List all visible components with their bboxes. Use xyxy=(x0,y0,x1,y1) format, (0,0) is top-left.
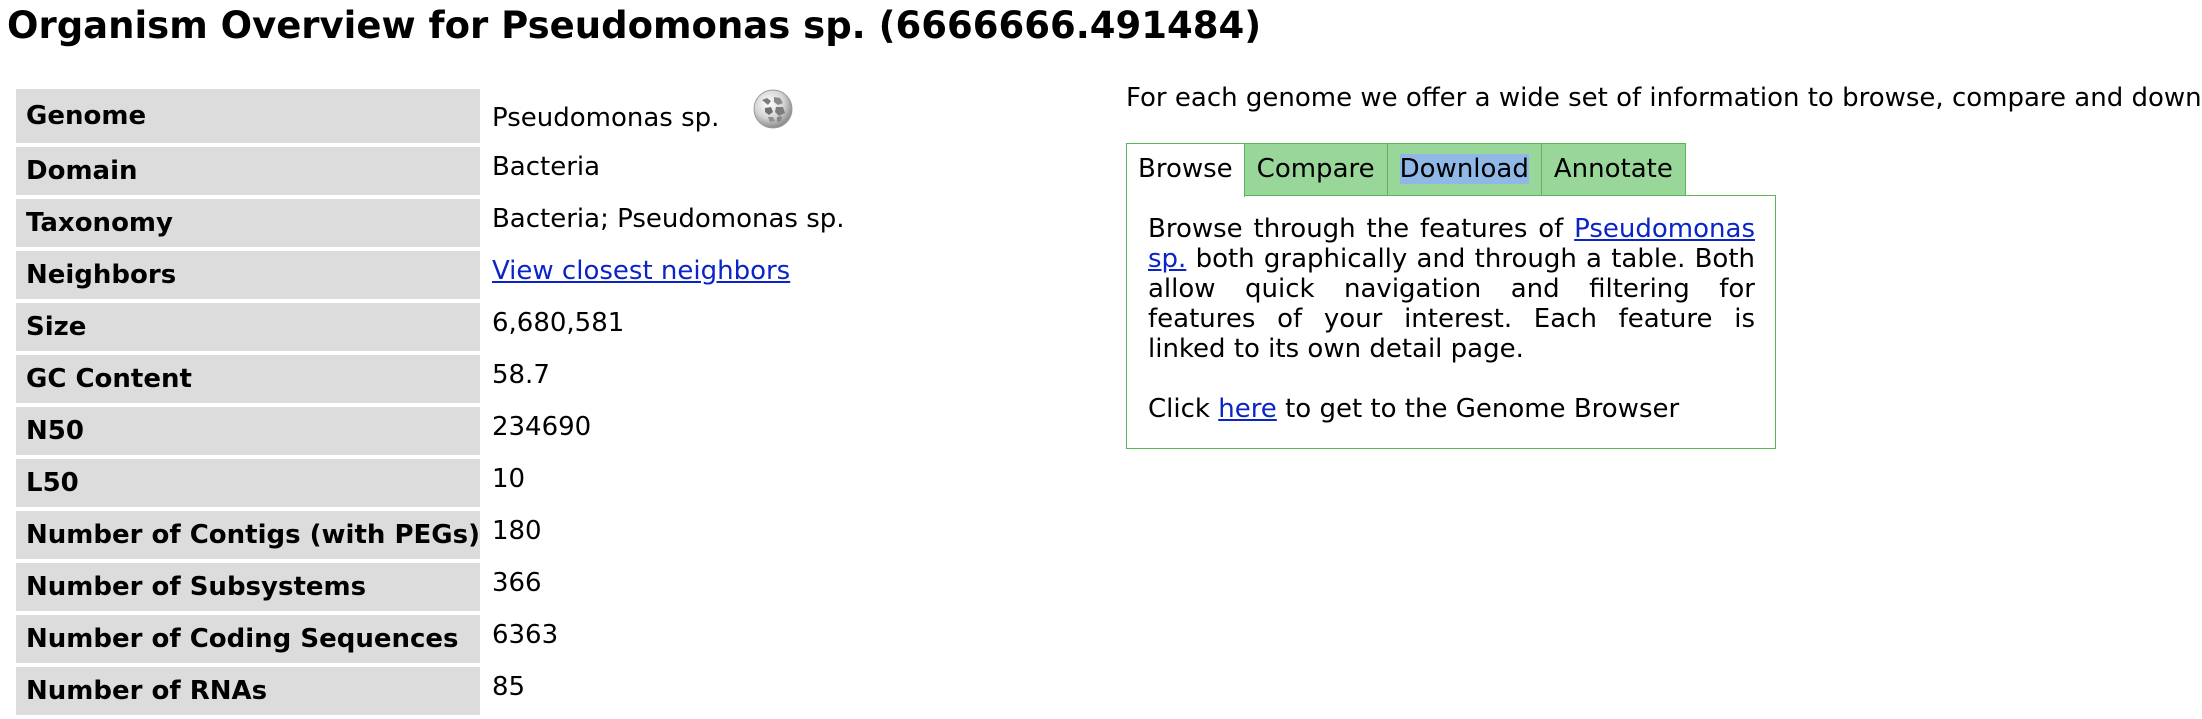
click-suffix: to get to the Genome Browser xyxy=(1276,394,1680,424)
neighbors-value-cell: View closest neighbors xyxy=(484,251,845,299)
domain-label: Domain xyxy=(16,147,480,195)
rnas-value: 85 xyxy=(491,672,526,702)
browse-description: Browse through the features of Pseudomon… xyxy=(1148,214,1755,364)
page-title: Organism Overview for Pseudomonas sp. (6… xyxy=(7,4,1262,47)
genome-label: Genome xyxy=(16,89,480,143)
table-row: Size 6,680,581 xyxy=(16,303,845,351)
table-row: Taxonomy Bacteria; Pseudomonas sp. xyxy=(16,199,845,247)
browse-tab-panel: Browse through the features of Pseudomon… xyxy=(1126,195,1776,449)
neighbors-label: Neighbors xyxy=(16,251,480,299)
subsystems-value: 366 xyxy=(491,568,542,598)
tab-compare[interactable]: Compare xyxy=(1243,143,1388,195)
l50-value: 10 xyxy=(491,464,526,494)
contigs-label: Number of Contigs (with PEGs) xyxy=(16,511,480,559)
wikipedia-globe-icon[interactable] xyxy=(752,88,794,137)
table-row: N50 234690 xyxy=(16,407,845,455)
table-row: GC Content 58.7 xyxy=(16,355,845,403)
tab-compare-label: Compare xyxy=(1256,154,1375,184)
table-row: Domain Bacteria xyxy=(16,147,845,195)
table-row: Neighbors View closest neighbors xyxy=(16,251,845,299)
gc-content-label: GC Content xyxy=(16,355,480,403)
tab-browse-label: Browse xyxy=(1138,154,1233,184)
taxonomy-value: Bacteria; Pseudomonas sp. xyxy=(491,204,845,234)
genome-browser-line: Click here to get to the Genome Browser xyxy=(1148,394,1755,424)
table-row: L50 10 xyxy=(16,459,845,507)
browse-text-before-link: Browse through the features of xyxy=(1148,214,1575,244)
size-label: Size xyxy=(16,303,480,351)
coding-sequences-label: Number of Coding Sequences xyxy=(16,615,480,663)
tab-annotate[interactable]: Annotate xyxy=(1540,143,1686,195)
genome-value-cell: Pseudomonas sp. xyxy=(484,89,845,143)
table-row: Number of RNAs 85 xyxy=(16,667,845,715)
taxonomy-label: Taxonomy xyxy=(16,199,480,247)
genome-info-intro: For each genome we offer a wide set of i… xyxy=(1126,83,2202,113)
table-row: Number of Subsystems 366 xyxy=(16,563,845,611)
rnas-label: Number of RNAs xyxy=(16,667,480,715)
tab-browse[interactable]: Browse xyxy=(1126,143,1245,197)
genome-browser-here-link[interactable]: here xyxy=(1218,394,1277,424)
organism-overview-table: Genome Pseudomonas sp. Domain Bacteria T… xyxy=(12,85,849,719)
n50-value: 234690 xyxy=(491,412,592,442)
tab-annotate-label: Annotate xyxy=(1553,154,1673,184)
click-prefix: Click xyxy=(1148,394,1219,424)
tab-download[interactable]: Download xyxy=(1386,143,1542,195)
genome-tabs: Browse Compare Download Annotate xyxy=(1126,143,1686,197)
table-row: Genome Pseudomonas sp. xyxy=(16,89,845,143)
genome-value: Pseudomonas sp. xyxy=(491,103,720,133)
tab-download-label: Download xyxy=(1399,154,1529,184)
size-value: 6,680,581 xyxy=(491,308,625,338)
gc-content-value: 58.7 xyxy=(491,360,550,390)
n50-label: N50 xyxy=(16,407,480,455)
l50-label: L50 xyxy=(16,459,480,507)
view-closest-neighbors-link[interactable]: View closest neighbors xyxy=(492,256,790,286)
domain-value: Bacteria xyxy=(491,152,601,182)
subsystems-label: Number of Subsystems xyxy=(16,563,480,611)
table-row: Number of Coding Sequences 6363 xyxy=(16,615,845,663)
contigs-value: 180 xyxy=(491,516,542,546)
table-row: Number of Contigs (with PEGs) 180 xyxy=(16,511,845,559)
coding-sequences-value: 6363 xyxy=(491,620,559,650)
browse-text-after-link: both graphically and through a table. Bo… xyxy=(1148,244,1755,364)
